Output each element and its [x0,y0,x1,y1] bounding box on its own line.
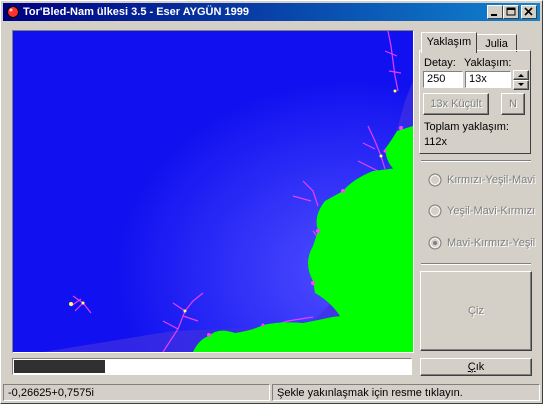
tab-yaklasim[interactable]: Yaklaşım [421,32,477,53]
n-button[interactable]: N [501,93,525,115]
window-title: Tor'Bled-Nam ülkesi 3.5 - Eser AYGÜN 199… [23,6,249,18]
zoom-label: Yaklaşım: [464,57,512,69]
draw-button[interactable]: Çiz [420,271,532,351]
zoom-up-button[interactable] [513,70,529,80]
exit-button[interactable]: Çık [420,358,532,376]
separator [421,160,531,162]
arrow-down-icon [518,83,524,86]
fractal-canvas[interactable] [12,30,414,353]
progress-bar [12,358,412,375]
maximize-button[interactable] [503,5,519,19]
detail-label: Detay: [424,57,456,69]
radio-brg[interactable] [428,236,442,250]
close-button[interactable] [521,5,537,19]
total-zoom-label: Toplam yaklaşım: [424,121,509,133]
maximize-icon [506,7,516,16]
total-zoom-value: 112x [424,136,448,148]
detail-input[interactable]: 250 [423,71,463,88]
mandelbrot-image [13,31,413,352]
minimize-icon [491,14,497,16]
separator [421,263,531,265]
minimize-button[interactable] [487,5,503,19]
title-bar[interactable]: Tor'Bled-Nam ülkesi 3.5 - Eser AYGÜN 199… [3,3,540,21]
app-icon [7,6,19,18]
progress-fill [14,360,106,373]
zoom-down-button[interactable] [513,80,529,90]
radio-rgb-label: Kırmızı-Yeşil-Mavi [447,174,536,186]
zoom-out-button[interactable]: 13x Küçült [423,93,489,115]
radio-rgb[interactable] [428,173,442,187]
arrow-up-icon [518,74,524,77]
radio-gbr-label: Yeşil-Mavi-Kırmızı [447,205,536,217]
status-coordinate: -0,26625+0,7575i [3,384,270,401]
main-window: Tor'Bled-Nam ülkesi 3.5 - Eser AYGÜN 199… [0,0,543,404]
close-icon [524,7,533,16]
status-hint: Şekle yakınlaşmak için resme tıklayın. [272,384,540,401]
radio-gbr[interactable] [428,204,442,218]
zoom-input[interactable]: 13x [465,71,511,88]
radio-brg-label: Mavi-Kırmızı-Yeşil [447,237,536,249]
